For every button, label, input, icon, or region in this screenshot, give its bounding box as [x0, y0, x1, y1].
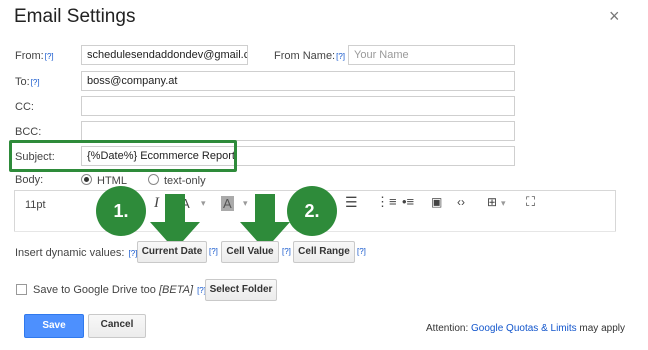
- dialog-title: Email Settings: [14, 6, 136, 27]
- bcc-label: BCC:: [15, 126, 42, 138]
- dynamic-values-label: Insert dynamic values: [?]: [15, 247, 138, 259]
- help-icon[interactable]: [?]: [209, 247, 218, 256]
- fullscreen-icon[interactable]: ⛶: [526, 194, 535, 210]
- image-icon[interactable]: ▣: [431, 195, 442, 209]
- chevron-down-icon[interactable]: ▾: [501, 198, 506, 209]
- highlight-color-icon[interactable]: A: [221, 196, 234, 211]
- align-right-icon[interactable]: ☰: [345, 194, 358, 211]
- code-icon[interactable]: ‹›: [457, 195, 465, 209]
- bcc-field[interactable]: [81, 121, 515, 141]
- save-to-drive-label: Save to Google Drive too [BETA] [?]: [33, 284, 206, 296]
- from-name-input[interactable]: Your Name: [348, 45, 515, 65]
- table-icon[interactable]: ⊞: [487, 195, 497, 209]
- help-icon[interactable]: [?]: [282, 247, 291, 256]
- close-icon[interactable]: ×: [609, 6, 620, 27]
- help-icon[interactable]: [?]: [357, 247, 366, 256]
- text-only-radio[interactable]: [148, 174, 159, 185]
- help-icon[interactable]: [?]: [45, 52, 54, 61]
- cancel-button[interactable]: Cancel: [88, 314, 146, 338]
- subject-highlight-box: [9, 140, 237, 172]
- numbered-list-icon[interactable]: ⋮≡: [376, 194, 397, 210]
- chevron-down-icon[interactable]: ▾: [201, 198, 206, 209]
- select-folder-button[interactable]: Select Folder: [205, 279, 277, 301]
- html-radio[interactable]: [81, 174, 92, 185]
- quotas-link[interactable]: Google Quotas & Limits: [471, 323, 577, 334]
- from-label: From:[?]: [15, 50, 54, 62]
- bulleted-list-icon[interactable]: •≡: [402, 194, 414, 209]
- current-date-button[interactable]: Current Date: [137, 241, 207, 263]
- text-only-radio-label: text-only: [164, 175, 206, 187]
- body-label: Body:: [15, 174, 44, 186]
- help-icon[interactable]: [?]: [31, 78, 40, 87]
- callout-2: 2.: [287, 186, 337, 236]
- from-field[interactable]: schedulesendaddondev@gmail.c: [81, 45, 248, 65]
- help-icon[interactable]: [?]: [336, 52, 345, 61]
- cc-field[interactable]: [81, 96, 515, 116]
- save-button[interactable]: Save: [24, 314, 84, 338]
- font-size-select[interactable]: 11pt: [25, 199, 46, 211]
- to-label: To:[?]: [15, 76, 40, 88]
- to-field[interactable]: boss@company.at: [81, 71, 515, 91]
- cell-value-button[interactable]: Cell Value: [221, 241, 279, 263]
- cc-label: CC:: [15, 101, 34, 113]
- quota-notice: Attention: Google Quotas & Limits may ap…: [426, 323, 625, 334]
- cell-range-button[interactable]: Cell Range: [293, 241, 355, 263]
- from-name-label: From Name:[?]: [274, 50, 346, 62]
- save-to-drive-checkbox[interactable]: [16, 284, 27, 295]
- callout-1: 1.: [96, 186, 146, 236]
